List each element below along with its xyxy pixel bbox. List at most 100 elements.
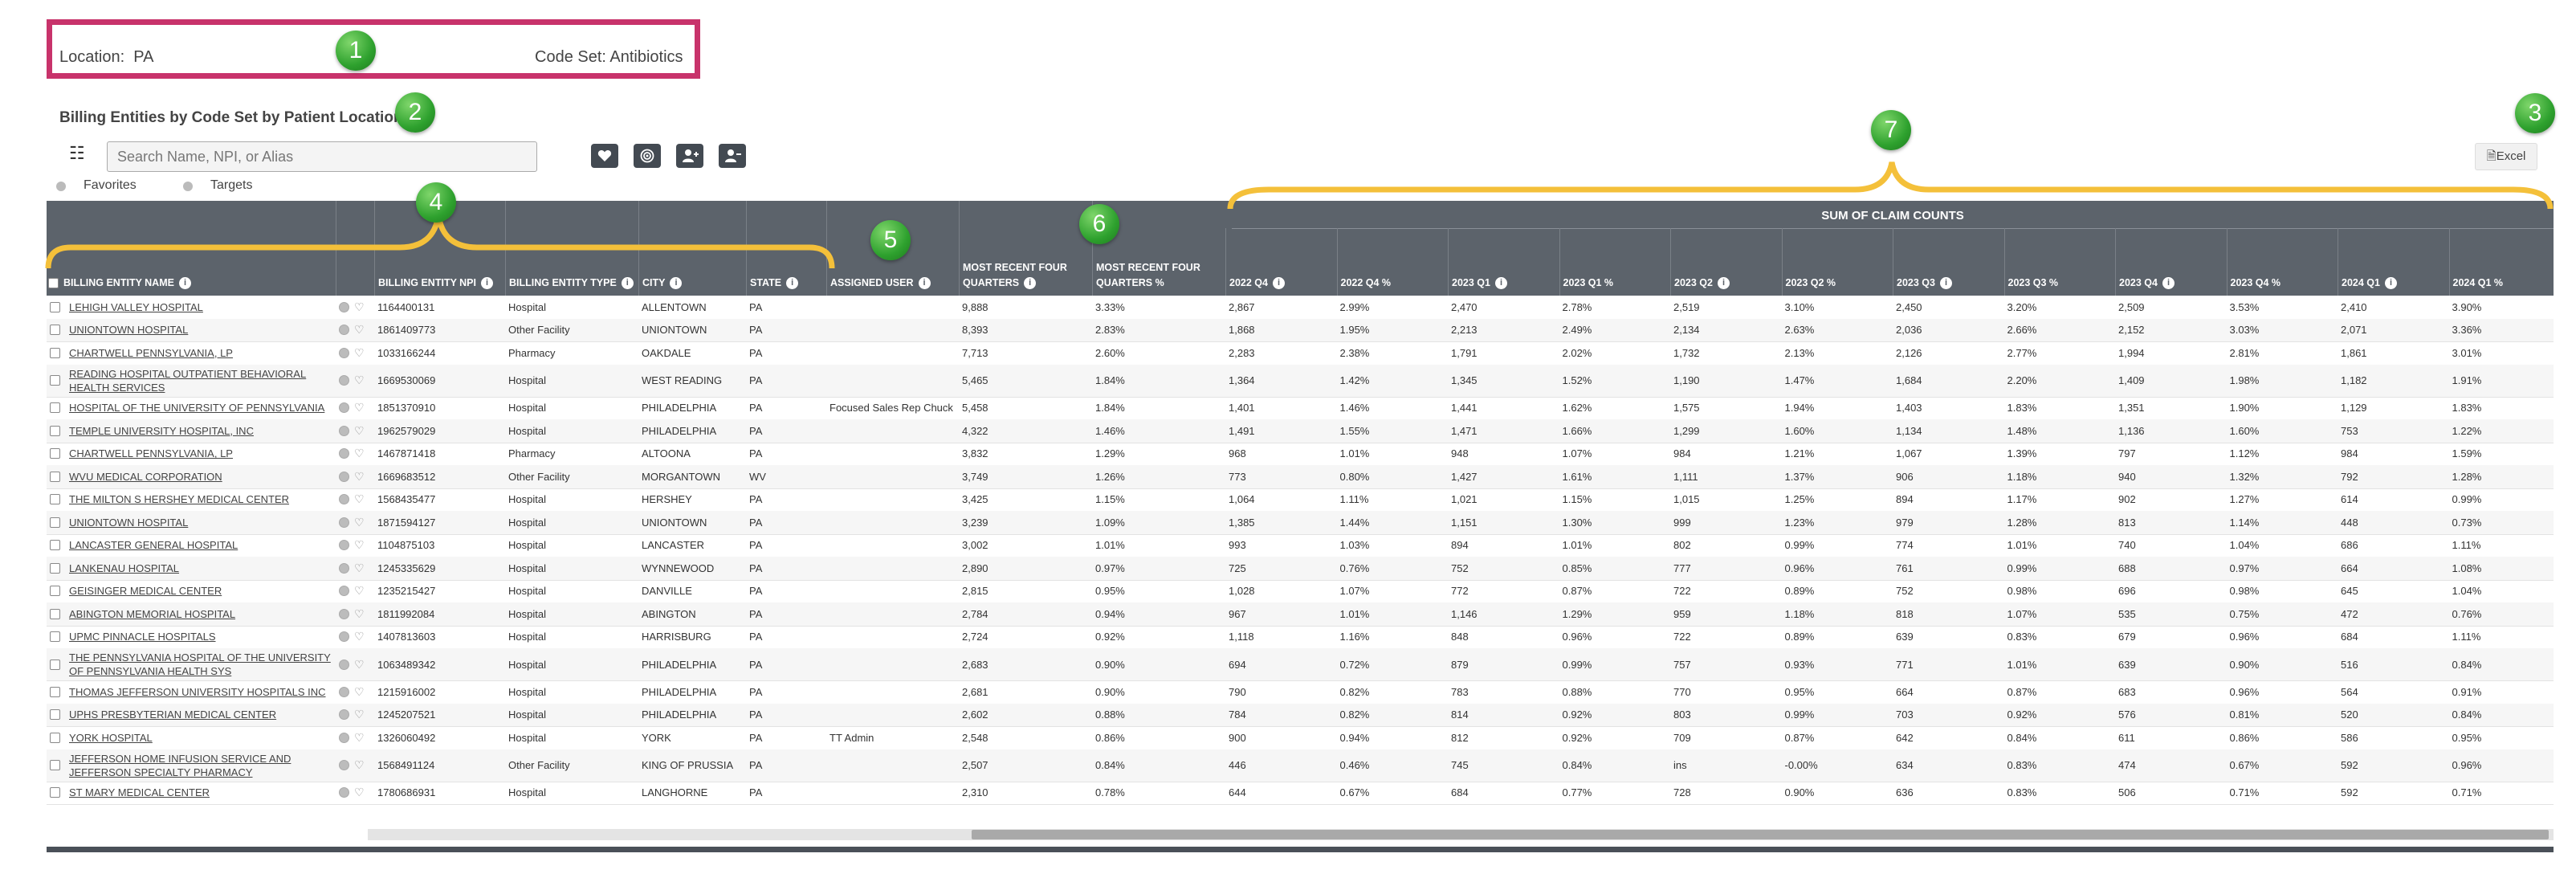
billing-entity-name-link[interactable]: LANCASTER GENERAL HOSPITAL (69, 538, 238, 552)
target-toggle-icon[interactable] (339, 402, 349, 414)
col-q23q4p-header[interactable]: 2023 Q4 % (2226, 228, 2339, 296)
favorite-filter-button[interactable] (591, 144, 618, 168)
target-toggle-icon[interactable] (339, 448, 349, 459)
row-checkbox[interactable] (50, 631, 60, 643)
row-checkbox[interactable] (50, 325, 60, 336)
row-checkbox[interactable] (50, 494, 60, 505)
row-checkbox[interactable] (50, 375, 60, 386)
favorite-toggle-icon[interactable]: ♡ (354, 786, 365, 799)
target-filter-button[interactable] (634, 144, 661, 168)
info-icon[interactable]: i (481, 277, 493, 290)
billing-entity-name-link[interactable]: HOSPITAL OF THE UNIVERSITY OF PENNSYLVAN… (69, 401, 324, 414)
col-q24q1p-header[interactable]: 2024 Q1 % (2448, 228, 2554, 296)
billing-entity-name-link[interactable]: JEFFERSON HOME INFUSION SERVICE AND JEFF… (69, 752, 334, 779)
row-checkbox[interactable] (50, 471, 60, 482)
favorite-toggle-icon[interactable]: ♡ (354, 492, 365, 506)
table-row[interactable]: THE PENNSYLVANIA HOSPITAL OF THE UNIVERS… (47, 648, 2554, 681)
target-toggle-icon[interactable] (339, 686, 349, 697)
favorite-toggle-icon[interactable]: ♡ (354, 401, 365, 414)
remove-user-button[interactable] (719, 144, 746, 168)
billing-entity-name-link[interactable]: UNIONTOWN HOSPITAL (69, 516, 188, 529)
billing-entity-name-link[interactable]: WVU MEDICAL CORPORATION (69, 470, 222, 484)
info-icon[interactable]: i (1717, 277, 1730, 290)
row-checkbox[interactable] (50, 448, 60, 459)
target-toggle-icon[interactable] (339, 732, 349, 743)
row-checkbox[interactable] (50, 586, 60, 597)
favorite-toggle-icon[interactable]: ♡ (354, 584, 365, 598)
add-user-button[interactable] (676, 144, 703, 168)
favorite-toggle-icon[interactable]: ♡ (354, 607, 365, 621)
billing-entity-name-link[interactable]: UPMC PINNACLE HOSPITALS (69, 630, 216, 643)
favorite-toggle-icon[interactable]: ♡ (354, 562, 365, 575)
target-toggle-icon[interactable] (339, 301, 349, 312)
info-icon[interactable]: i (786, 277, 799, 290)
target-toggle-icon[interactable] (339, 471, 349, 482)
target-toggle-icon[interactable] (339, 586, 349, 597)
info-icon[interactable]: i (670, 277, 683, 290)
info-icon[interactable]: i (1939, 277, 1952, 290)
billing-entity-name-link[interactable]: GEISINGER MEDICAL CENTER (69, 584, 222, 598)
billing-entity-name-link[interactable]: TEMPLE UNIVERSITY HOSPITAL, INC (69, 424, 254, 438)
billing-entity-name-link[interactable]: THE MILTON S HERSHEY MEDICAL CENTER (69, 492, 289, 506)
favorite-toggle-icon[interactable]: ♡ (354, 758, 365, 772)
table-row[interactable]: GEISINGER MEDICAL CENTER ♡ 1235215427 Hospi… (47, 580, 2554, 603)
row-checkbox[interactable] (50, 709, 60, 721)
col-q23q4-header[interactable]: 2023 Q4 i (2115, 228, 2228, 296)
search-input[interactable] (107, 141, 537, 172)
billing-entity-name-link[interactable]: THOMAS JEFFERSON UNIVERSITY HOSPITALS IN… (69, 685, 326, 699)
billing-entity-name-link[interactable]: READING HOSPITAL OUTPATIENT BEHAVIORAL H… (69, 367, 334, 394)
row-checkbox[interactable] (50, 540, 60, 551)
favorite-toggle-icon[interactable]: ♡ (354, 731, 365, 745)
target-toggle-icon[interactable] (339, 494, 349, 505)
info-icon[interactable]: i (1024, 277, 1037, 290)
col-q23q2p-header[interactable]: 2023 Q2 % (1781, 228, 1894, 296)
table-row[interactable]: LANCASTER GENERAL HOSPITAL ♡ 1104875103 Hos… (47, 534, 2554, 557)
column-chooser-icon[interactable]: ☷ (69, 143, 85, 164)
info-icon[interactable]: i (918, 277, 931, 290)
billing-entity-name-link[interactable]: CHARTWELL PENNSYLVANIA, LP (69, 346, 233, 360)
col-q23q3-header[interactable]: 2023 Q3 i (1893, 228, 2005, 296)
row-checkbox[interactable] (50, 732, 60, 743)
target-toggle-icon[interactable] (339, 562, 349, 574)
target-toggle-icon[interactable] (339, 608, 349, 619)
target-toggle-icon[interactable] (339, 631, 349, 643)
table-row[interactable]: UNIONTOWN HOSPITAL ♡ 1861409773 Other Facil… (47, 318, 2554, 342)
col-q22q4p-header[interactable]: 2022 Q4 % (1336, 228, 1449, 296)
billing-entity-name-link[interactable]: YORK HOSPITAL (69, 731, 153, 745)
col-q22q4-header[interactable]: 2022 Q4 i (1225, 228, 1338, 296)
col-q23q1-header[interactable]: 2023 Q1 i (1448, 228, 1560, 296)
row-checkbox[interactable] (50, 562, 60, 574)
favorite-toggle-icon[interactable]: ♡ (354, 447, 365, 460)
table-row[interactable]: JEFFERSON HOME INFUSION SERVICE AND JEFF… (47, 749, 2554, 782)
billing-entity-name-link[interactable]: LANKENAU HOSPITAL (69, 562, 179, 575)
table-row[interactable]: HOSPITAL OF THE UNIVERSITY OF PENNSYLVAN… (47, 397, 2554, 420)
billing-entity-name-link[interactable]: ST MARY MEDICAL CENTER (69, 786, 210, 799)
table-row[interactable]: ST MARY MEDICAL CENTER ♡ 1780686931 Hospita… (47, 782, 2554, 805)
row-checkbox[interactable] (50, 608, 60, 619)
table-row[interactable]: CHARTWELL PENNSYLVANIA, LP ♡ 1467871418 Pha… (47, 443, 2554, 466)
info-icon[interactable]: i (1272, 277, 1285, 290)
col-q24q1-header[interactable]: 2024 Q1 i (2338, 228, 2450, 296)
target-toggle-icon[interactable] (339, 659, 349, 670)
billing-entity-name-link[interactable]: ABINGTON MEMORIAL HOSPITAL (69, 607, 235, 621)
table-row[interactable]: READING HOSPITAL OUTPATIENT BEHAVIORAL H… (47, 364, 2554, 398)
target-toggle-icon[interactable] (339, 517, 349, 528)
target-toggle-icon[interactable] (339, 375, 349, 386)
favorite-toggle-icon[interactable]: ♡ (354, 323, 365, 337)
favorite-toggle-icon[interactable]: ♡ (354, 630, 365, 643)
info-icon[interactable]: i (2384, 277, 2397, 290)
favorite-toggle-icon[interactable]: ♡ (354, 538, 365, 552)
table-row[interactable]: THE MILTON S HERSHEY MEDICAL CENTER ♡ 1568… (47, 488, 2554, 512)
target-toggle-icon[interactable] (339, 347, 349, 358)
table-row[interactable]: CHARTWELL PENNSYLVANIA, LP ♡ 1033166244 Pha… (47, 341, 2554, 365)
info-icon[interactable]: i (1494, 277, 1507, 290)
favorite-toggle-icon[interactable]: ♡ (354, 424, 365, 438)
favorite-toggle-icon[interactable]: ♡ (354, 685, 365, 699)
table-row[interactable]: LEHIGH VALLEY HOSPITAL ♡ 1164400131 Hospita… (47, 296, 2554, 320)
row-checkbox[interactable] (50, 787, 60, 798)
target-toggle-icon[interactable] (339, 540, 349, 551)
row-checkbox[interactable] (50, 402, 60, 414)
billing-entity-name-link[interactable]: CHARTWELL PENNSYLVANIA, LP (69, 447, 233, 460)
target-toggle-icon[interactable] (339, 425, 349, 436)
target-toggle-icon[interactable] (339, 709, 349, 721)
